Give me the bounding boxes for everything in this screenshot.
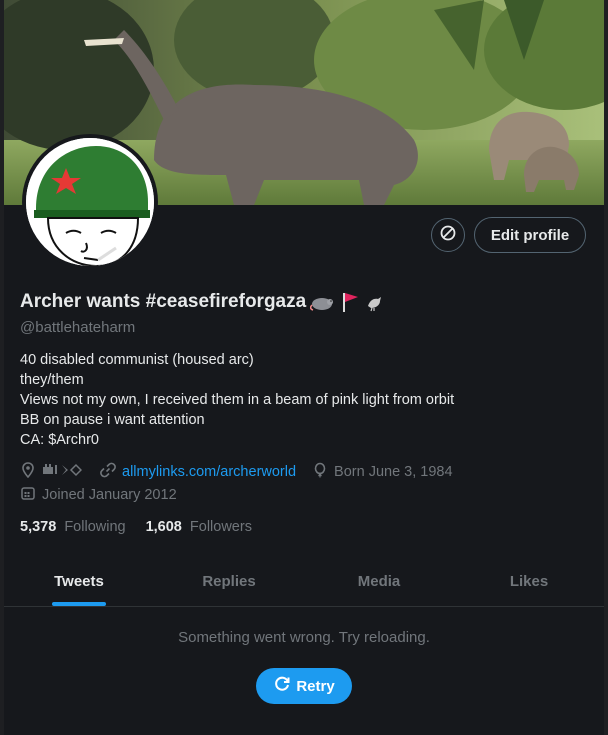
bird-icon bbox=[364, 292, 384, 312]
edit-profile-button[interactable]: Edit profile bbox=[474, 217, 586, 253]
tab-label: Tweets bbox=[54, 572, 104, 590]
tab-likes[interactable]: Likes bbox=[454, 556, 604, 606]
following-label: Following bbox=[64, 519, 126, 535]
retry-label: Retry bbox=[296, 677, 335, 695]
profile-meta: allmylinks.com/archerworld Born June 3, … bbox=[20, 462, 453, 482]
display-name-text: Archer wants #ceasefireforgaza bbox=[20, 291, 307, 312]
birthday-text: Born June 3, 1984 bbox=[334, 464, 453, 480]
bio-line: Views not my own, I received them in a b… bbox=[20, 392, 455, 408]
bio-line: they/them bbox=[20, 372, 84, 388]
no-sign-icon bbox=[439, 224, 457, 247]
display-name: Archer wants #ceasefireforgaza bbox=[20, 291, 384, 313]
bio-line: CA: $Archr0 bbox=[20, 432, 99, 448]
bio-line: 40 disabled communist (housed arc) bbox=[20, 352, 254, 368]
bio-line: BB on pause i want attention bbox=[20, 412, 205, 428]
retry-button[interactable]: Retry bbox=[256, 668, 352, 704]
rat-emoji-icon bbox=[310, 293, 336, 311]
profile-bio: 40 disabled communist (housed arc) they/… bbox=[20, 350, 454, 450]
followers-link[interactable]: 1,608 Followers bbox=[146, 519, 252, 535]
joined-text: Joined January 2012 bbox=[42, 487, 177, 503]
profile-join-date: Joined January 2012 bbox=[20, 485, 177, 505]
link-icon bbox=[100, 462, 122, 482]
following-count: 5,378 bbox=[20, 519, 57, 535]
account-switch-button[interactable] bbox=[431, 218, 465, 252]
tab-media[interactable]: Media bbox=[304, 556, 454, 606]
tab-replies[interactable]: Replies bbox=[154, 556, 304, 606]
tab-tweets[interactable]: Tweets bbox=[4, 556, 154, 606]
tab-label: Media bbox=[357, 572, 401, 590]
followers-count: 1,608 bbox=[145, 519, 182, 535]
location-glyph-icon bbox=[42, 463, 88, 481]
profile-page: Edit profile Archer wants #ceasefireforg… bbox=[4, 0, 604, 735]
profile-avatar[interactable] bbox=[22, 134, 158, 270]
user-handle: @battlehateharm bbox=[20, 319, 136, 336]
follow-stats: 5,378 Following 1,608 Followers bbox=[20, 519, 272, 535]
following-link[interactable]: 5,378 Following bbox=[20, 519, 126, 535]
birthday-balloon-icon bbox=[312, 462, 334, 482]
followers-label: Followers bbox=[189, 519, 252, 535]
tab-label: Likes bbox=[509, 572, 549, 590]
feed-error-message: Something went wrong. Try reloading. bbox=[178, 629, 430, 646]
calendar-icon bbox=[20, 485, 42, 505]
refresh-icon bbox=[273, 675, 296, 697]
tab-label: Replies bbox=[202, 572, 256, 590]
location-pin-icon bbox=[20, 462, 42, 482]
active-tab-indicator bbox=[52, 602, 106, 606]
profile-tabs: Tweets Replies Media Likes bbox=[4, 556, 604, 607]
profile-link[interactable]: allmylinks.com/archerworld bbox=[122, 464, 296, 480]
red-flag-icon bbox=[340, 291, 360, 313]
